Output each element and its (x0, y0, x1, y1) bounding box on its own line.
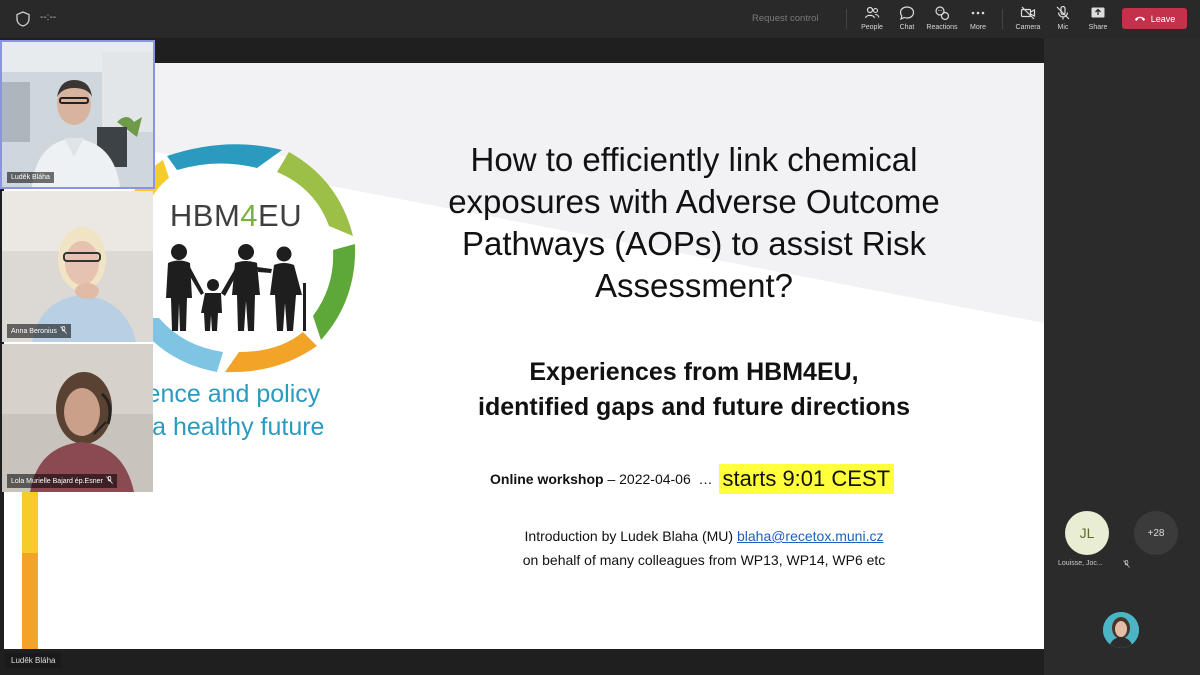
people-icon (864, 6, 880, 19)
participant-video-anna (2, 191, 153, 342)
reactions-icon (935, 6, 950, 21)
title-line: Pathways (AOPs) to assist Risk (462, 225, 926, 262)
presenter-name-tag: Luděk Bláha (5, 653, 62, 668)
logo-text-eu: EU (258, 198, 303, 233)
phone-hangup-icon (1134, 16, 1145, 21)
participant-name: Anna Beronius (11, 327, 57, 335)
chat-button[interactable]: Chat (887, 5, 927, 35)
meeting-timer: --:-- (40, 12, 57, 23)
slide-title: How to efficiently link chemical exposur… (404, 139, 984, 307)
shield-icon (16, 11, 30, 27)
meeting-toolbar: --:-- Request control People Chat Reacti… (0, 0, 1200, 38)
start-time-highlight: starts 9:01 CEST (718, 464, 895, 494)
workshop-label: Online workshop (490, 471, 604, 487)
self-view-avatar[interactable] (1103, 612, 1139, 648)
teams-meeting-window: --:-- Request control People Chat Reacti… (0, 0, 1200, 675)
participant-name-tag: Anna Beronius (7, 324, 71, 338)
mic-off-icon (1056, 5, 1070, 20)
more-participants-button[interactable]: +28 (1134, 511, 1178, 555)
mic-button[interactable]: Mic (1043, 5, 1083, 35)
mic-label: Mic (1057, 24, 1069, 31)
toolbar-divider (846, 9, 847, 29)
participant-avatar-label: Louisse, Joc... (1058, 560, 1130, 570)
intro-prefix: Introduction by Ludek Blaha (MU) (524, 528, 737, 544)
more-button[interactable]: More (958, 5, 998, 35)
family-pictogram (166, 244, 306, 331)
subtitle-line: identified gaps and future directions (478, 393, 910, 421)
participant-name-tag: Lola Murielle Bajard ép.Esner (7, 474, 117, 488)
participant-tile-ludek[interactable]: Luděk Bláha (0, 40, 155, 189)
chat-label: Chat (899, 24, 915, 31)
self-view-image (1103, 612, 1139, 648)
intro-line-2: on behalf of many colleagues from WP13, … (522, 552, 886, 568)
participant-avatar-jl[interactable]: JL (1065, 511, 1109, 555)
muted-mic-icon (1122, 560, 1130, 570)
leave-label: Leave (1150, 13, 1176, 24)
more-icon (971, 11, 985, 15)
title-line: exposures with Adverse Outcome (448, 183, 940, 220)
participants-panel (1044, 38, 1200, 675)
logo-text-hbm: HBM (169, 198, 241, 233)
muted-mic-icon (60, 326, 67, 336)
share-label: Share (1088, 24, 1108, 31)
participant-tile-anna[interactable]: Anna Beronius (2, 191, 153, 342)
camera-off-icon (1020, 6, 1036, 20)
participant-name: Lola Murielle Bajard ép.Esner (11, 477, 103, 485)
title-line: How to efficiently link chemical (470, 141, 918, 178)
people-label: People (861, 24, 883, 31)
title-line: Assessment? (594, 267, 794, 304)
subtitle-line: Experiences from HBM4EU, (529, 358, 859, 386)
muted-mic-icon (106, 476, 113, 486)
more-label: More (970, 24, 986, 31)
chat-icon (899, 6, 915, 21)
participant-video-ludek (2, 42, 153, 187)
toolbar-divider (1002, 9, 1003, 29)
share-icon (1091, 7, 1105, 18)
color-bar-orange (22, 553, 38, 649)
logo-text-four: 4 (240, 198, 259, 233)
workshop-info: Online workshop – 2022-04-06 … starts 9:… (490, 464, 895, 494)
reactions-label: Reactions (926, 24, 958, 31)
people-button[interactable]: People (852, 5, 892, 35)
share-button[interactable]: Share (1078, 5, 1118, 35)
reactions-button[interactable]: Reactions (922, 5, 962, 35)
introduction-text: Introduction by Ludek Blaha (MU) blaha@r… (484, 524, 924, 572)
participant-tile-lola[interactable]: Lola Murielle Bajard ép.Esner (2, 344, 153, 492)
shared-presentation-slide: HBM4EU science and policy for a healthy … (4, 63, 1044, 649)
camera-label: Camera (1015, 24, 1041, 31)
camera-button[interactable]: Camera (1008, 5, 1048, 35)
email-link[interactable]: blaha@recetox.muni.cz (737, 528, 884, 544)
leave-button[interactable]: Leave (1122, 8, 1187, 29)
participant-video-lola (2, 344, 153, 492)
request-control-button[interactable]: Request control (752, 13, 819, 24)
participant-name-tag: Luděk Bláha (7, 172, 54, 183)
participant-name: Luděk Bláha (11, 174, 50, 181)
workshop-date: – 2022-04-06 … (603, 471, 713, 487)
participant-name: Louisse, Joc... (1058, 560, 1103, 567)
slide-subtitle: Experiences from HBM4EU, identified gaps… (424, 355, 964, 425)
